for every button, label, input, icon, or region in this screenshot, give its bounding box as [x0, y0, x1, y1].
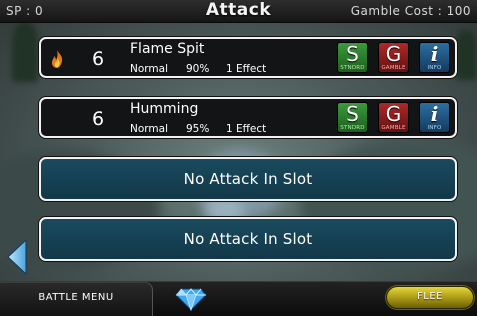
empty-slot-label: No Attack In Slot: [183, 230, 313, 248]
attack-info-button[interactable]: i INFO: [419, 42, 450, 73]
flame-icon: [51, 50, 63, 68]
standard-button-label: STNDRD: [340, 65, 365, 71]
info-button-label: INFO: [427, 125, 442, 131]
attack-name: Flame Spit: [130, 41, 205, 57]
background-tree: [12, 22, 38, 82]
standard-attack-button[interactable]: S STNDRD: [337, 102, 368, 133]
standard-button-glyph: S: [346, 102, 359, 126]
gamble-attack-button[interactable]: G GAMBLE: [378, 102, 409, 133]
empty-attack-slot-4[interactable]: No Attack In Slot: [39, 217, 457, 261]
standard-attack-button[interactable]: S STNDRD: [337, 42, 368, 73]
attack-power: 6: [91, 48, 105, 70]
standard-button-label: STNDRD: [340, 125, 365, 131]
gamble-button-label: GAMBLE: [381, 65, 406, 71]
attack-slot-1[interactable]: 6 Flame Spit Normal 90% 1 Effect S STNDR…: [39, 37, 457, 78]
gamble-attack-button[interactable]: G GAMBLE: [378, 42, 409, 73]
gamble-button-glyph: G: [385, 42, 402, 66]
attack-name: Humming: [130, 101, 199, 117]
empty-attack-slot-3[interactable]: No Attack In Slot: [39, 157, 457, 201]
gamble-cost: Gamble Cost : 100: [350, 4, 471, 18]
standard-button-glyph: S: [346, 42, 359, 66]
battle-screen: SP : 0 Attack Gamble Cost : 100 6 Flame …: [0, 0, 477, 316]
battle-menu-label: BATTLE MENU: [38, 292, 114, 303]
top-bar: SP : 0 Attack Gamble Cost : 100: [0, 0, 477, 23]
info-icon: i: [430, 102, 439, 126]
battle-menu-button[interactable]: BATTLE MENU: [0, 282, 153, 316]
gamble-button-glyph: G: [385, 102, 402, 126]
attack-type: Normal: [130, 63, 168, 75]
info-icon: i: [430, 42, 439, 66]
diamond-gem-icon: [175, 288, 207, 311]
attack-info-button[interactable]: i INFO: [419, 102, 450, 133]
empty-slot-label: No Attack In Slot: [183, 170, 313, 188]
attack-slot-2[interactable]: 6 Humming Normal 95% 1 Effect S STNDRD G…: [39, 97, 457, 138]
attack-power: 6: [91, 108, 105, 130]
flee-button[interactable]: FLEE: [386, 286, 474, 309]
gamble-button-label: GAMBLE: [381, 125, 406, 131]
attack-accuracy: 95%: [186, 123, 210, 135]
info-button-label: INFO: [427, 65, 442, 71]
flee-label: FLEE: [417, 291, 443, 302]
attack-effects: 1 Effect: [226, 123, 267, 135]
attack-type: Normal: [130, 123, 168, 135]
background-tree: [455, 30, 477, 80]
attack-accuracy: 90%: [186, 63, 210, 75]
attack-effects: 1 Effect: [226, 63, 267, 75]
left-arrow-icon[interactable]: [7, 239, 27, 275]
